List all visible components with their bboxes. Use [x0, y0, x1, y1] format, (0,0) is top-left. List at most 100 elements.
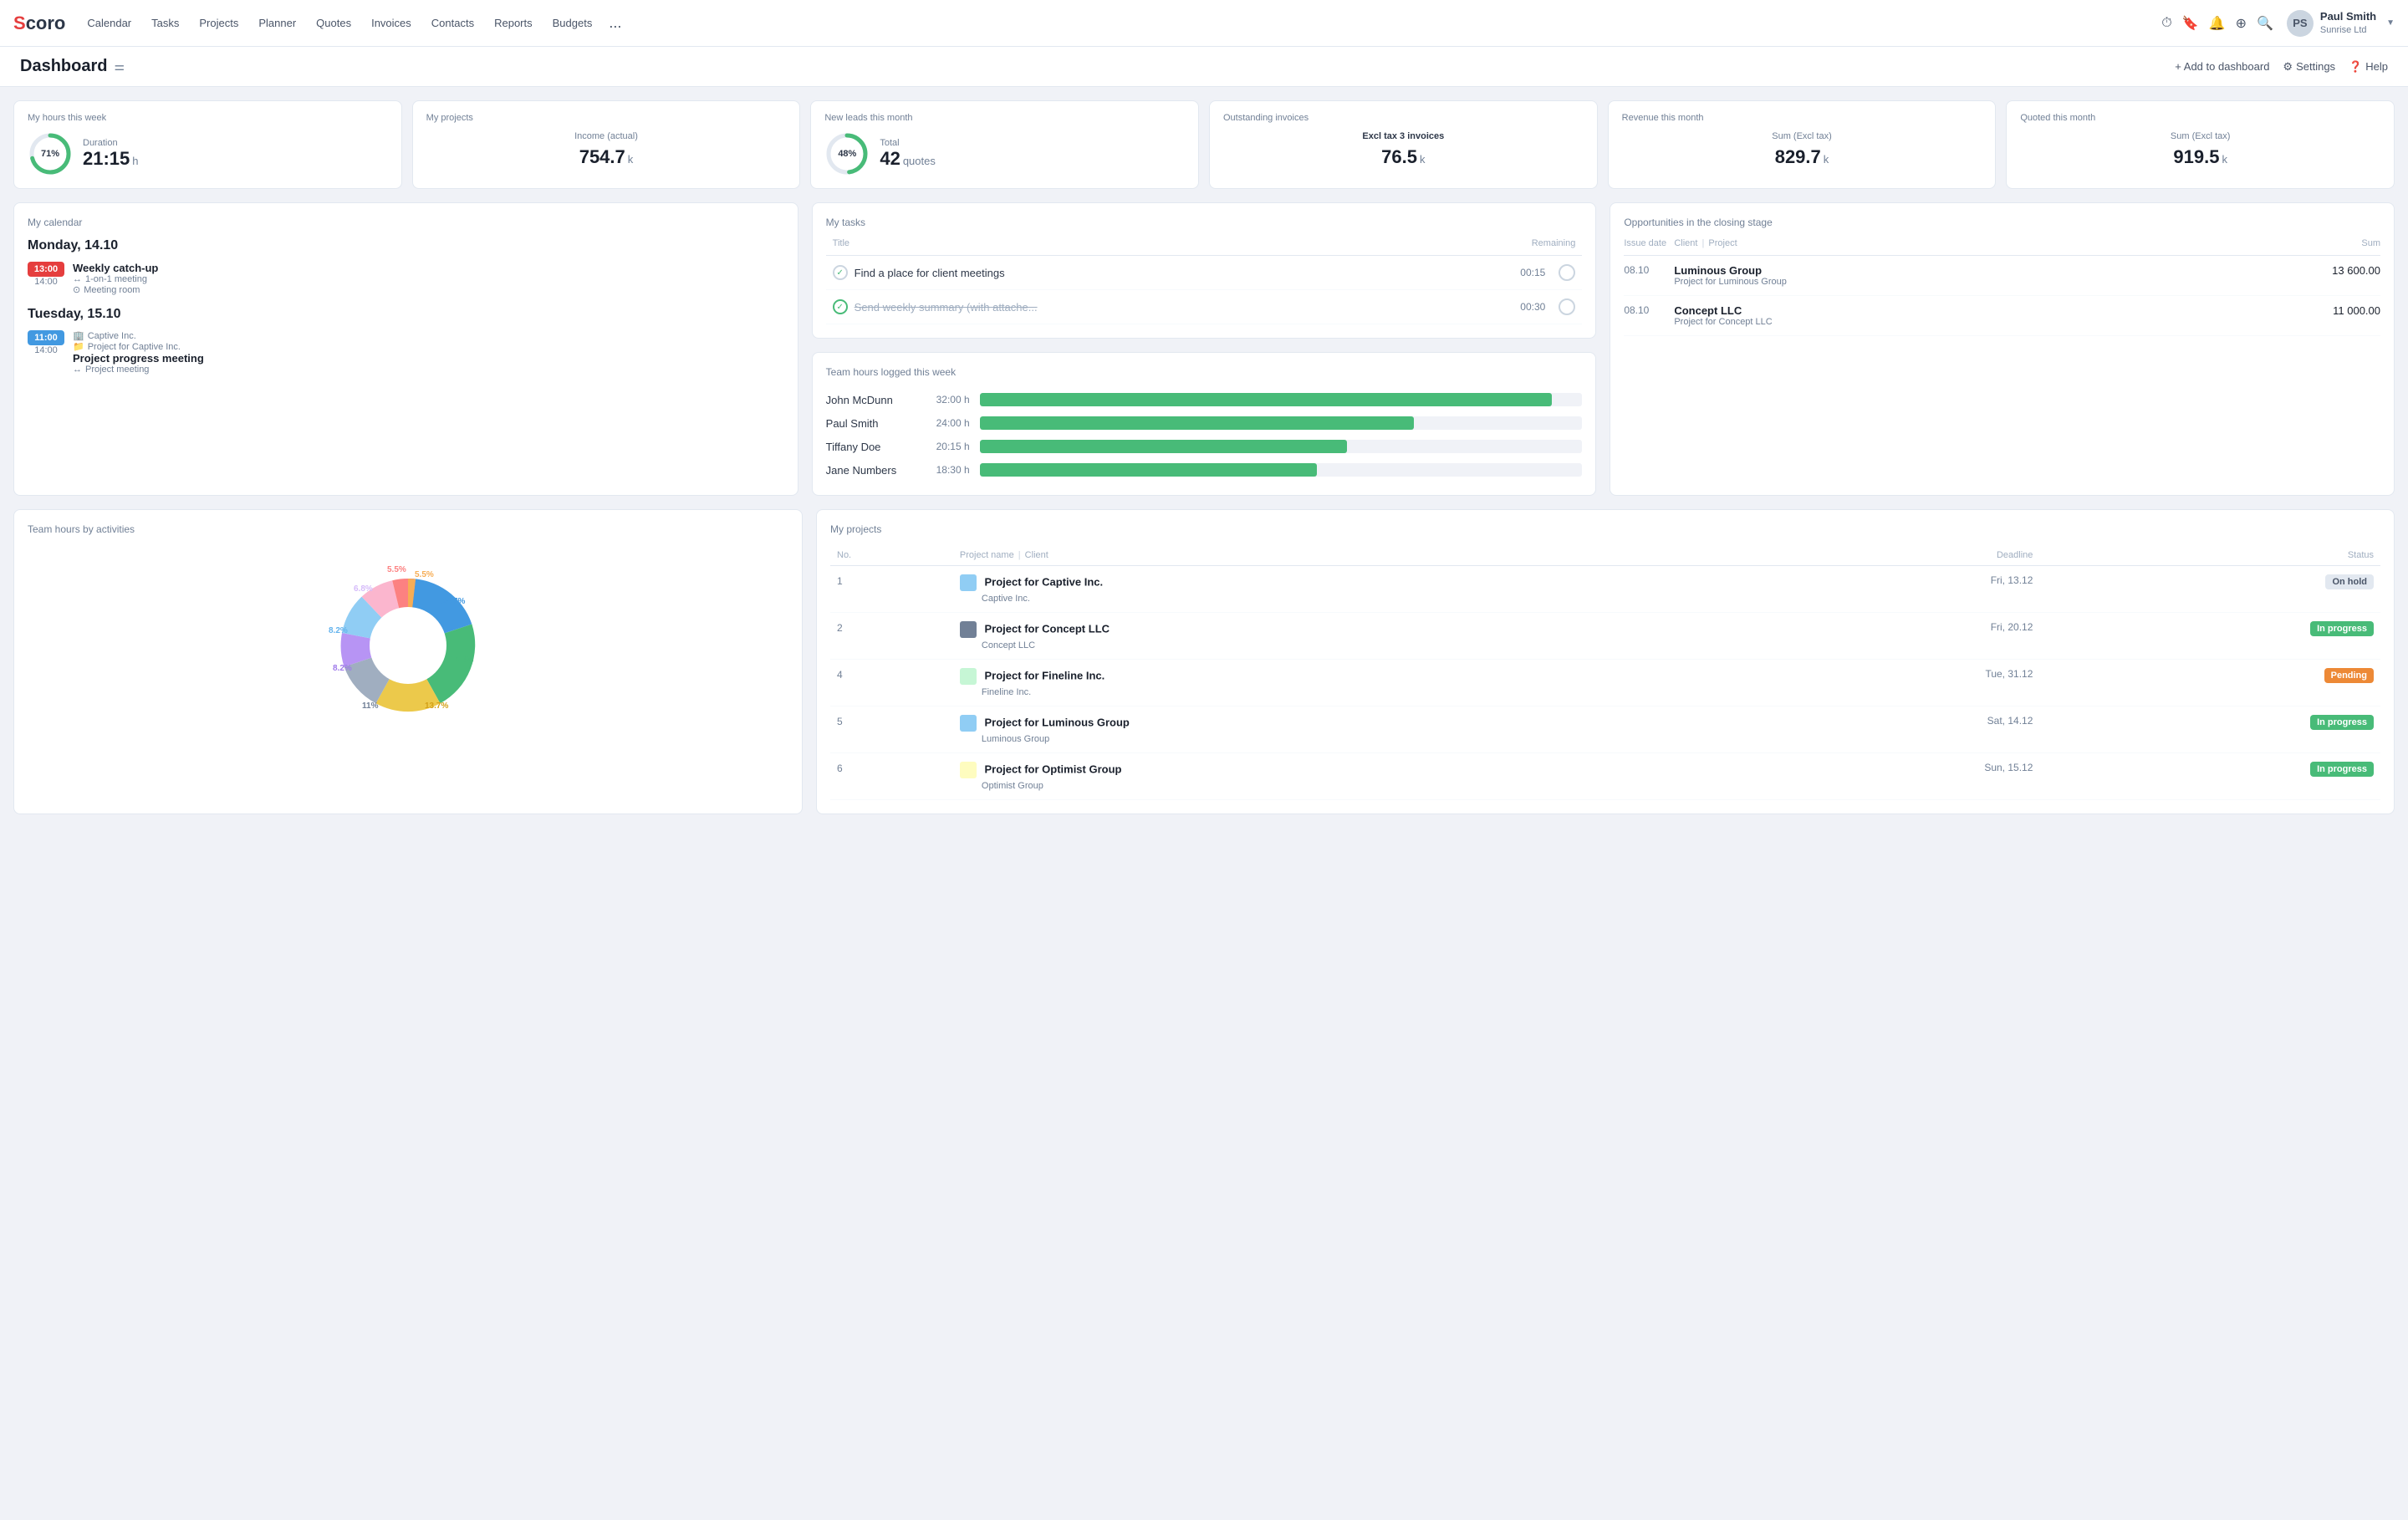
- timer-icon[interactable]: ⏱: [2161, 16, 2171, 31]
- nav-invoices[interactable]: Invoices: [363, 12, 420, 34]
- projects-table: No. Project name | Client Deadline Statu…: [830, 545, 2380, 800]
- tasks-widget: My tasks Title Remaining ✓ Find a place …: [812, 202, 1597, 339]
- proj-status-badge-1: On hold: [2325, 574, 2374, 589]
- svg-text:6.8%: 6.8%: [354, 584, 373, 594]
- pie-chart-container: 24.7% 16.4% 13.7% 11% 8.2% 8.2% 6.8% 5.5…: [28, 545, 788, 746]
- proj-icon-5: [960, 762, 977, 778]
- proj-no-2: 2: [830, 613, 953, 660]
- proj-client-3: Fineline Inc.: [960, 687, 1031, 697]
- team-member-1: John McDunn: [826, 394, 910, 406]
- team-bar-1: [980, 393, 1553, 406]
- logo-coro: coro: [26, 13, 66, 34]
- chevron-down-icon: ▼: [2386, 18, 2395, 28]
- stat-card-quoted-body: Sum (Excl tax) 919.5 k: [2020, 131, 2380, 168]
- proj-client-5: Optimist Group: [960, 781, 1043, 791]
- team-hours-title: Team hours logged this week: [826, 366, 1583, 378]
- task-complete-btn-1[interactable]: [1559, 264, 1575, 281]
- opportunities-title: Opportunities in the closing stage: [1624, 217, 2380, 228]
- task-checkbox-2[interactable]: ✓: [833, 299, 848, 314]
- team-row-4: Jane Numbers 18:30 h: [826, 458, 1583, 482]
- project-row-1: 1 Project for Captive Inc. Captive Inc. …: [830, 566, 2380, 613]
- logo-s: S: [13, 13, 26, 34]
- team-hours-widget: Team hours logged this week John McDunn …: [812, 352, 1597, 496]
- stat-card-hours-title: My hours this week: [28, 113, 388, 123]
- nav-tasks[interactable]: Tasks: [143, 12, 187, 34]
- task-row-1: ✓ Find a place for client meetings 00:15: [826, 256, 1583, 290]
- cal-end-time: 14:00: [28, 277, 64, 287]
- project-row-2: 2 Project for Concept LLC Concept LLC Fr…: [830, 613, 2380, 660]
- settings-button[interactable]: ⚙ Settings: [2283, 60, 2335, 74]
- cal-event-detail-2: ⊙ Meeting room: [73, 284, 158, 295]
- opp-sum-2: 11 000.00: [2314, 304, 2380, 317]
- team-row-2: Paul Smith 24:00 h: [826, 411, 1583, 435]
- revenue-value: 829.7: [1775, 146, 1821, 168]
- plus-circle-icon[interactable]: ⊕: [2236, 15, 2247, 32]
- add-to-dashboard-button[interactable]: + Add to dashboard: [2175, 60, 2269, 73]
- leads-unit: quotes: [903, 155, 936, 167]
- team-bar-bg-2: [980, 416, 1583, 430]
- nav-calendar[interactable]: Calendar: [79, 12, 140, 34]
- proj-col-no: No.: [830, 545, 953, 566]
- task-title-2: Send weekly summary (with attache...: [855, 301, 1514, 314]
- team-hours-2: 24:00 h: [920, 417, 970, 429]
- opp-col-client: Client | Project: [1674, 238, 2361, 248]
- team-hours-4: 18:30 h: [920, 464, 970, 476]
- invoices-value: 76.5: [1381, 146, 1417, 168]
- stat-cards: My hours this week 71% Duration 21:15 h: [13, 100, 2395, 189]
- tasks-header: Title Remaining: [826, 238, 1583, 256]
- opp-date-1: 08.10: [1624, 264, 1674, 276]
- cal-event-detail-3: ↔ Project meeting: [73, 365, 204, 375]
- nav-budgets[interactable]: Budgets: [544, 12, 601, 34]
- page-title: Dashboard: [20, 57, 107, 76]
- cal-event-time-col: 13:00 14:00: [28, 262, 64, 295]
- cal-start-time-2: 11:00: [28, 330, 64, 345]
- projects-value: 754.7: [579, 146, 625, 168]
- proj-deadline-1: Fri, 13.12: [1765, 566, 2039, 613]
- logo[interactable]: Scoro: [13, 13, 65, 34]
- nav-more[interactable]: ...: [604, 14, 626, 32]
- cal-event-details: Weekly catch-up ↔ 1-on-1 meeting ⊙ Meeti…: [73, 262, 158, 295]
- tasks-col-title: Title: [833, 238, 849, 248]
- location-icon: ⊙: [73, 284, 80, 295]
- team-row-1: John McDunn 32:00 h: [826, 388, 1583, 411]
- bookmark-icon[interactable]: 🔖: [2182, 15, 2199, 32]
- proj-client-2: Concept LLC: [960, 640, 1035, 650]
- nav-quotes[interactable]: Quotes: [308, 12, 360, 34]
- team-member-4: Jane Numbers: [826, 464, 910, 477]
- hours-value: 21:15: [83, 148, 130, 170]
- nav-reports[interactable]: Reports: [486, 12, 541, 34]
- task-remaining-2: 00:30: [1520, 301, 1545, 313]
- avatar: PS: [2287, 10, 2314, 37]
- help-button[interactable]: ❓ Help: [2349, 60, 2388, 74]
- team-member-2: Paul Smith: [826, 417, 910, 430]
- projects-unit: k: [628, 153, 634, 166]
- user-menu[interactable]: PS Paul Smith Sunrise Ltd ▼: [2287, 10, 2395, 37]
- opp-client-1: Luminous Group: [1674, 264, 2314, 277]
- proj-client-1: Captive Inc.: [960, 594, 1030, 604]
- task-checkbox-1[interactable]: ✓: [833, 265, 848, 280]
- team-hours-1: 32:00 h: [920, 394, 970, 406]
- proj-icon-3: [960, 668, 977, 685]
- navbar: Scoro Calendar Tasks Projects Planner Qu…: [0, 0, 2408, 47]
- svg-text:16.4%: 16.4%: [450, 655, 473, 665]
- proj-status-5: In progress: [2039, 753, 2380, 800]
- task-title-1: Find a place for client meetings: [855, 267, 1514, 279]
- stat-card-hours-body: 71% Duration 21:15 h: [28, 131, 388, 176]
- calendar-title: My calendar: [28, 217, 784, 228]
- bell-icon[interactable]: 🔔: [2209, 15, 2226, 32]
- search-icon[interactable]: 🔍: [2257, 15, 2273, 32]
- nav-projects[interactable]: Projects: [191, 12, 247, 34]
- filter-icon[interactable]: ⚌: [114, 59, 125, 74]
- proj-status-2: In progress: [2039, 613, 2380, 660]
- proj-name-4: Project for Luminous Group: [985, 716, 1130, 728]
- proj-name-col-5: Project for Optimist Group Optimist Grou…: [953, 753, 1765, 800]
- task-complete-btn-2[interactable]: [1559, 298, 1575, 315]
- stat-card-quoted-title: Quoted this month: [2020, 113, 2380, 123]
- nav-contacts[interactable]: Contacts: [423, 12, 482, 34]
- team-member-3: Tiffany Doe: [826, 441, 910, 453]
- hours-progress-ring: 71%: [28, 131, 73, 176]
- svg-text:5.5%: 5.5%: [387, 565, 406, 574]
- nav-icons: ⏱ 🔖 🔔 ⊕ 🔍: [2161, 15, 2273, 32]
- nav-planner[interactable]: Planner: [250, 12, 304, 34]
- proj-deadline-4: Sat, 14.12: [1765, 706, 2039, 753]
